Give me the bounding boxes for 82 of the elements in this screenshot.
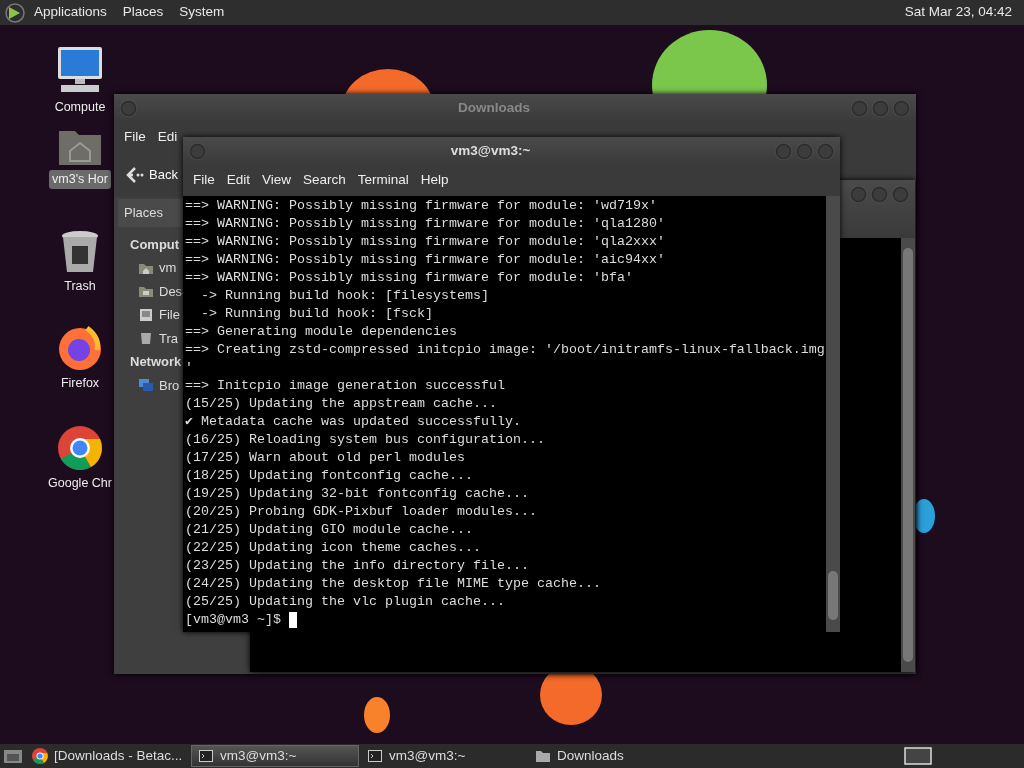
window-button[interactable]	[871, 186, 888, 203]
terminal-line: (19/25) Updating 32-bit fontconfig cache...	[185, 485, 530, 503]
clock: Sat Mar 23, 04:42	[903, 3, 1013, 22]
firefox-icon	[57, 325, 103, 371]
window-title: Downloads	[457, 98, 531, 117]
terminal-line: (20/25) Probing GDK-Pixbuf loader modules...	[185, 503, 538, 521]
window-button[interactable]	[817, 142, 834, 160]
panel-menu[interactable]: System	[171, 2, 233, 23]
back-arrow-icon	[125, 165, 145, 185]
window-button[interactable]	[892, 186, 909, 203]
menu-item[interactable]: File	[187, 170, 221, 191]
menu-item[interactable]: Search	[297, 170, 352, 191]
terminal-line: (17/25) Warn about old perl modules	[185, 449, 466, 467]
terminal-line: ==> WARNING: Possibly missing firmware for module: 'qla2xxx'	[185, 233, 666, 251]
menu-logo-icon[interactable]	[4, 1, 26, 24]
computer-icon	[55, 45, 105, 95]
scrollbar[interactable]	[901, 238, 915, 672]
menu-item[interactable]: View	[256, 170, 298, 191]
terminal-icon	[367, 748, 383, 764]
taskbar-button[interactable]: vm3@vm3:~	[191, 745, 359, 767]
terminal-line: ==> Generating module dependencies	[185, 323, 458, 341]
window-button[interactable]	[775, 142, 792, 160]
window-button[interactable]	[120, 99, 137, 117]
sidebar-item[interactable]: vm	[138, 256, 177, 280]
text-cursor	[289, 612, 297, 628]
terminal-line: (22/25) Updating icon theme caches...	[185, 539, 482, 557]
terminal-line: (16/25) Reloading system bus configuration...	[185, 431, 546, 449]
terminal-line: (18/25) Updating fontconfig cache...	[185, 467, 474, 485]
terminal-line: (15/25) Updating the appstream cache...	[185, 395, 498, 413]
chrome-icon	[32, 748, 48, 764]
scrollbar[interactable]	[826, 196, 840, 632]
icon-label[interactable]: vm3's Hor	[49, 170, 111, 189]
window-button[interactable]	[796, 142, 813, 160]
icon-label[interactable]: Trash	[61, 277, 99, 296]
terminal-line: ==> Creating zstd-compressed initcpio image: '/boot/initramfs-linux-fallback.img	[185, 341, 824, 359]
terminal-icon	[198, 748, 214, 764]
menu-item[interactable]: Edit	[220, 170, 257, 191]
sidebar-item[interactable]: Tra	[138, 326, 179, 350]
terminal-line: -> Running build hook: [filesystems]	[200, 287, 490, 305]
taskbar-button[interactable]: vm3@vm3:~	[361, 745, 527, 767]
panel-menu[interactable]: Applications	[26, 2, 115, 23]
icon-label[interactable]: Compute	[51, 98, 109, 117]
terminal-prompt: [vm3@vm3 ~]$	[185, 611, 281, 629]
wallpaper-shape	[364, 697, 390, 733]
terminal-line: '	[185, 359, 194, 377]
trash-icon	[138, 330, 154, 347]
menu-item[interactable]: Help	[414, 170, 455, 191]
sidebar-heading: Comput	[130, 235, 180, 254]
window-button[interactable]	[851, 99, 868, 117]
menu-item[interactable]: Edi	[151, 127, 184, 148]
terminal-line: (24/25) Updating the desktop file MIME type cache...	[185, 575, 602, 593]
menu-item[interactable]: Terminal	[351, 170, 415, 191]
window-title: vm3@vm3:~	[449, 141, 532, 160]
chrome-icon	[57, 425, 103, 471]
window-button[interactable]	[893, 99, 910, 117]
drive-icon	[138, 306, 154, 323]
window-button[interactable]	[872, 99, 889, 117]
menu-item[interactable]: File	[118, 127, 152, 148]
folder-icon	[535, 748, 551, 764]
sidebar-item[interactable]: File	[138, 303, 180, 327]
sidebar-heading: Network	[130, 353, 182, 371]
terminal-line: (25/25) Updating the vlc plugin cache...	[185, 593, 506, 611]
network-icon	[138, 377, 154, 394]
terminal-line: ==> Initcpio image generation successful	[185, 377, 506, 395]
window-button[interactable]	[850, 186, 867, 203]
terminal-line: ==> WARNING: Possibly missing firmware for module: 'bfa'	[185, 269, 634, 287]
terminal-line: ==> WARNING: Possibly missing firmware for module: 'aic94xx'	[185, 251, 666, 269]
taskbar-button[interactable]: Downloads	[529, 745, 689, 767]
sidebar-item[interactable]: Des	[138, 279, 183, 303]
workspace-switcher-icon[interactable]	[904, 746, 932, 766]
terminal-line: (23/25) Updating the info directory file...	[185, 557, 530, 575]
back-button[interactable]: Back	[122, 163, 181, 187]
terminal-line: ✔ Metadata cache was updated successfully.	[185, 413, 522, 431]
panel-menu[interactable]: Places	[114, 2, 172, 23]
icon-label[interactable]: Firefox	[57, 374, 103, 393]
window-button[interactable]	[189, 142, 206, 160]
sidebar-item[interactable]: Bro	[138, 373, 180, 397]
terminal-line: (21/25) Updating GIO module cache...	[185, 521, 474, 539]
taskbar-button[interactable]: [Downloads - Betac...	[26, 745, 189, 767]
terminal-line: -> Running build hook: [fsck]	[200, 305, 434, 323]
icon-label[interactable]: Google Chr	[45, 474, 115, 493]
trash-icon	[60, 230, 100, 274]
